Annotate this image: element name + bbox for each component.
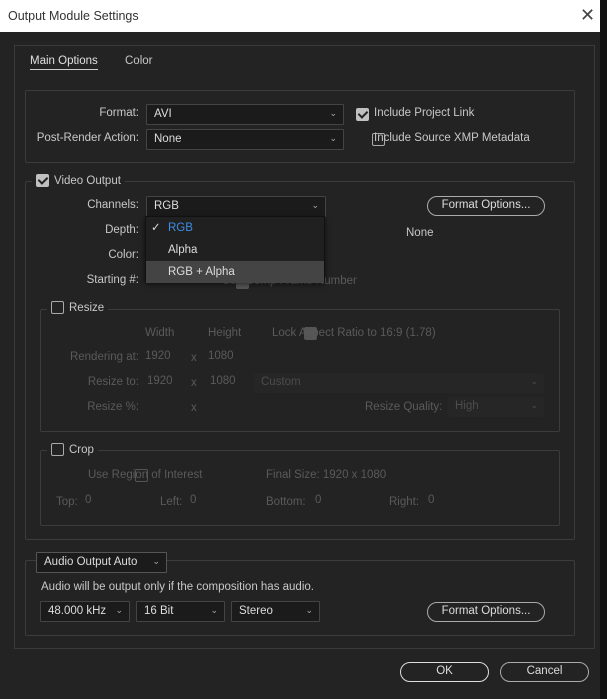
- rendering-width: 1920: [145, 350, 171, 362]
- roi-label: Use Region of Interest: [88, 469, 203, 481]
- video-output-label: Video Output: [54, 174, 121, 187]
- sample-rate-value: 48.000 kHz: [48, 605, 107, 617]
- menu-item-label: RGB + Alpha: [168, 266, 235, 278]
- tab-color[interactable]: Color: [125, 55, 152, 67]
- times-sign: x: [191, 377, 197, 389]
- crop-bottom-input[interactable]: 0: [315, 494, 321, 506]
- format-value: AVI: [154, 108, 172, 120]
- chevron-down-icon: ⌄: [210, 605, 218, 615]
- title-bar: Output Module Settings ✕: [0, 0, 600, 32]
- crop-top-input[interactable]: 0: [85, 494, 91, 506]
- crop-right-input[interactable]: 0: [428, 494, 434, 506]
- chevron-down-icon: ⌄: [311, 200, 319, 210]
- chevron-down-icon: ⌄: [115, 605, 123, 615]
- post-render-value: None: [154, 133, 182, 145]
- include-project-link-checkbox[interactable]: [356, 108, 369, 121]
- chevron-down-icon: ⌄: [329, 133, 337, 143]
- resize-width-input[interactable]: 1920: [147, 375, 173, 387]
- crop-bottom-label: Bottom:: [266, 496, 306, 508]
- times-sign: x: [191, 352, 197, 364]
- include-project-link-label: Include Project Link: [374, 107, 475, 119]
- resize-percent-label: Resize %:: [87, 401, 139, 413]
- times-sign: x: [191, 402, 197, 414]
- cancel-button[interactable]: Cancel: [500, 662, 589, 682]
- include-xmp-label: Include Source XMP Metadata: [374, 132, 530, 144]
- bit-depth-dropdown[interactable]: 16 Bit ⌄: [136, 601, 225, 622]
- resize-legend: Resize: [47, 301, 109, 314]
- audio-channels-dropdown[interactable]: Stereo ⌄: [231, 601, 320, 622]
- resize-quality-dropdown[interactable]: High ⌄: [448, 397, 544, 417]
- resize-height-input[interactable]: 1080: [210, 375, 236, 387]
- color-label: Color:: [108, 249, 139, 261]
- crop-group: [40, 450, 560, 526]
- rendering-at-label: Rendering at:: [69, 351, 139, 363]
- chevron-down-icon: ⌄: [329, 108, 337, 118]
- channels-menu: ✓ RGB Alpha RGB + Alpha: [145, 216, 325, 283]
- video-output-legend: Video Output: [32, 174, 125, 187]
- format-info: None: [406, 227, 434, 239]
- bit-depth-value: 16 Bit: [144, 605, 174, 617]
- final-size: Final Size: 1920 x 1080: [266, 469, 387, 481]
- channels-value: RGB: [154, 200, 179, 212]
- post-render-label: Post-Render Action:: [36, 132, 139, 144]
- crop-left-label: Left:: [160, 496, 183, 508]
- starting-number-label: Starting #:: [86, 274, 139, 286]
- resize-preset-value: Custom: [261, 376, 301, 388]
- tab-main-options[interactable]: Main Options: [30, 55, 98, 70]
- channels-label: Channels:: [87, 199, 139, 211]
- checkmark-icon: ✓: [151, 222, 161, 234]
- crop-legend: Crop: [47, 443, 98, 456]
- close-icon[interactable]: ✕: [580, 5, 595, 26]
- depth-label: Depth:: [105, 224, 139, 236]
- post-render-dropdown[interactable]: None ⌄: [146, 129, 344, 150]
- menu-item-alpha[interactable]: Alpha: [146, 239, 324, 261]
- ok-button[interactable]: OK: [400, 662, 489, 682]
- width-header: Width: [145, 327, 175, 339]
- resize-quality-label: Resize Quality:: [365, 401, 443, 413]
- menu-item-label: RGB: [168, 222, 193, 234]
- background-window-edge: [600, 0, 607, 699]
- rendering-height: 1080: [208, 350, 234, 362]
- audio-format-options-button[interactable]: Format Options...: [427, 602, 545, 622]
- audio-note: Audio will be output only if the composi…: [41, 581, 314, 593]
- crop-label: Crop: [69, 443, 94, 456]
- chevron-down-icon: ⌄: [530, 400, 538, 410]
- crop-right-label: Right:: [389, 496, 420, 508]
- chevron-down-icon: ⌄: [152, 556, 160, 566]
- resize-checkbox[interactable]: [51, 301, 64, 314]
- format-label: Format:: [99, 107, 139, 119]
- channels-dropdown[interactable]: RGB ⌄: [146, 196, 326, 217]
- resize-to-label: Resize to:: [87, 376, 139, 388]
- lock-aspect-label: Lock Aspect Ratio to 16:9 (1.78): [272, 327, 436, 339]
- height-header: Height: [208, 327, 242, 339]
- resize-quality-value: High: [455, 400, 479, 412]
- audio-output-dropdown[interactable]: Audio Output Auto ⌄: [36, 552, 167, 573]
- resize-preset-dropdown[interactable]: Custom ⌄: [254, 373, 544, 393]
- chevron-down-icon: ⌄: [530, 376, 538, 386]
- crop-top-label: Top:: [56, 496, 78, 508]
- format-group: [25, 90, 575, 163]
- sample-rate-dropdown[interactable]: 48.000 kHz ⌄: [40, 601, 130, 622]
- resize-label: Resize: [69, 301, 105, 314]
- audio-channels-value: Stereo: [239, 605, 273, 617]
- video-output-checkbox[interactable]: [36, 174, 49, 187]
- video-format-options-button[interactable]: Format Options...: [427, 196, 545, 216]
- crop-checkbox[interactable]: [51, 443, 64, 456]
- format-dropdown[interactable]: AVI ⌄: [146, 104, 344, 125]
- chevron-down-icon: ⌄: [305, 605, 313, 615]
- menu-item-rgb-alpha[interactable]: RGB + Alpha: [146, 261, 324, 283]
- menu-item-rgb[interactable]: ✓ RGB: [146, 217, 324, 239]
- window-title: Output Module Settings: [8, 9, 139, 23]
- menu-item-label: Alpha: [168, 244, 198, 256]
- audio-mode-value: Audio Output Auto: [44, 556, 138, 568]
- crop-left-input[interactable]: 0: [190, 494, 196, 506]
